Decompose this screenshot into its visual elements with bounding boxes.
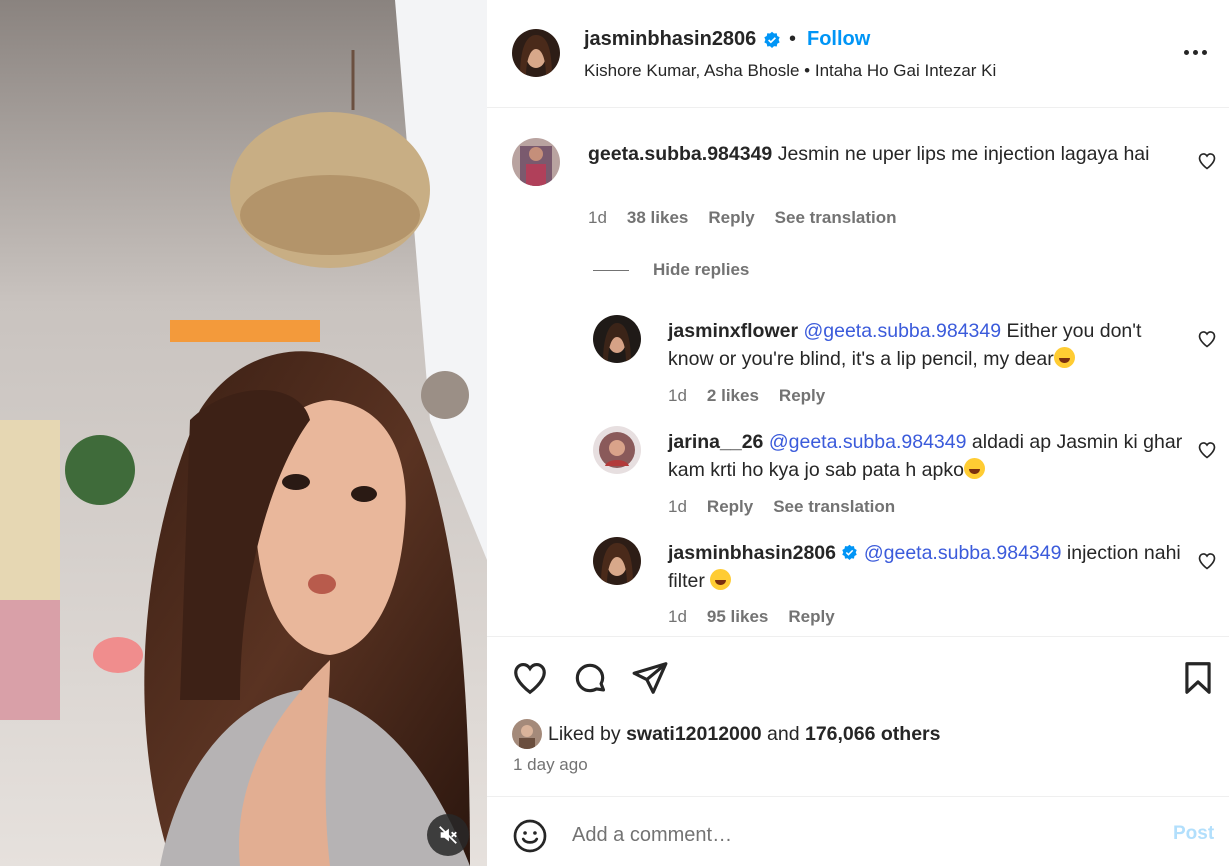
liked-by-user[interactable]: swati12012000 bbox=[626, 723, 762, 746]
post-detail-panel: jasminbhasin2806 • Follow Kishore Kumar,… bbox=[487, 0, 1229, 866]
comment-icon[interactable] bbox=[571, 659, 609, 697]
comment-like-heart-icon[interactable] bbox=[1197, 151, 1217, 171]
audio-info[interactable]: Kishore Kumar, Asha Bhosle • Intaha Ho G… bbox=[584, 61, 996, 81]
reply-meta: 1d 95 likes Reply bbox=[668, 607, 835, 627]
comment-time: 1d bbox=[588, 208, 607, 227]
comment-likes[interactable]: 38 likes bbox=[627, 208, 688, 228]
laughing-face-emoji-icon bbox=[710, 569, 732, 590]
reply-mention[interactable]: @geeta.subba.984349 bbox=[769, 431, 967, 453]
reply-mention[interactable]: @geeta.subba.984349 bbox=[803, 320, 1001, 342]
comment-meta: 1d 38 likes Reply See translation bbox=[588, 208, 897, 228]
reply-avatar[interactable] bbox=[593, 426, 641, 474]
reply-like-heart-icon[interactable] bbox=[1197, 551, 1217, 571]
likes-summary[interactable]: Liked by swati12012000 and 176,066 other… bbox=[512, 719, 941, 749]
post-button[interactable]: Post bbox=[1173, 823, 1214, 845]
post-media-video[interactable] bbox=[0, 0, 487, 866]
reply-like-heart-icon[interactable] bbox=[1197, 440, 1217, 460]
commenter-avatar[interactable] bbox=[512, 138, 560, 186]
reply-meta: 1d 2 likes Reply bbox=[668, 386, 825, 406]
add-comment-bar: Post bbox=[487, 796, 1229, 866]
reply-body-line1: aldadi ap Jasmin ki bbox=[971, 431, 1138, 453]
post-actions: Liked by swati12012000 and 176,066 other… bbox=[487, 636, 1229, 796]
reply-username[interactable]: jasminxflower bbox=[668, 320, 798, 342]
reply-likes[interactable]: 95 likes bbox=[707, 607, 768, 627]
reply-mention[interactable]: @geeta.subba.984349 bbox=[864, 542, 1062, 564]
reply-text: jarina__26 @geeta.subba.984349 aldadi ap… bbox=[668, 428, 1188, 484]
comment-username[interactable]: geeta.subba.984349 bbox=[588, 143, 772, 165]
reply-avatar[interactable] bbox=[593, 537, 641, 585]
reply-text: jasminxflower @geeta.subba.984349 Either… bbox=[668, 317, 1188, 373]
liked-by-and: and bbox=[767, 722, 800, 745]
reply-time: 1d bbox=[668, 607, 687, 626]
follow-button[interactable]: Follow bbox=[807, 28, 870, 51]
see-translation-button[interactable]: See translation bbox=[773, 497, 895, 517]
separator-dot: • bbox=[789, 28, 797, 50]
liked-by-others[interactable]: 176,066 others bbox=[805, 723, 941, 746]
comment-text: geeta.subba.984349 Jesmin ne uper lips m… bbox=[588, 140, 1168, 168]
reply-button[interactable]: Reply bbox=[708, 208, 754, 228]
video-frame bbox=[0, 0, 487, 866]
save-icon[interactable] bbox=[1179, 659, 1217, 697]
hide-replies-line bbox=[593, 269, 629, 271]
kissing-face-emoji-icon bbox=[1053, 347, 1075, 368]
hide-replies-label: Hide replies bbox=[653, 260, 750, 279]
author-username[interactable]: jasminbhasin2806 bbox=[584, 28, 781, 51]
more-options-button[interactable] bbox=[1181, 42, 1209, 62]
share-icon[interactable] bbox=[631, 659, 669, 697]
more-icon bbox=[1183, 49, 1207, 55]
reply-body-line2: know or you're blind, it's a lip pencil,… bbox=[668, 348, 1054, 370]
mute-button[interactable] bbox=[427, 814, 469, 856]
comment-body: Jesmin ne uper lips me injection lagaya … bbox=[777, 143, 1150, 165]
reply-meta: 1d Reply See translation bbox=[668, 497, 895, 517]
see-translation-button[interactable]: See translation bbox=[775, 208, 897, 228]
reply-time: 1d bbox=[668, 386, 687, 405]
author-avatar[interactable] bbox=[512, 29, 560, 77]
reply-like-heart-icon[interactable] bbox=[1197, 329, 1217, 349]
reply-avatar[interactable] bbox=[593, 315, 641, 363]
reply-body-line1: injection bbox=[1066, 542, 1139, 564]
heart-icon[interactable] bbox=[511, 659, 549, 697]
reply-button[interactable]: Reply bbox=[788, 607, 834, 627]
reply-button[interactable]: Reply bbox=[707, 497, 753, 517]
reply-button[interactable]: Reply bbox=[779, 386, 825, 406]
verified-icon bbox=[764, 31, 780, 48]
reply-body-line1: Either you don't bbox=[1006, 320, 1142, 342]
laughing-face-emoji-icon bbox=[963, 458, 985, 479]
reply-likes[interactable]: 2 likes bbox=[707, 386, 759, 406]
reply-time: 1d bbox=[668, 497, 687, 516]
liker-avatar bbox=[512, 719, 542, 749]
hide-replies-button[interactable]: Hide replies bbox=[593, 260, 749, 280]
reply-text: jasminbhasin2806 @geeta.subba.984349 inj… bbox=[668, 539, 1188, 595]
reply-username[interactable]: jarina__26 bbox=[668, 431, 763, 453]
mute-icon bbox=[439, 826, 457, 844]
comment-input[interactable] bbox=[572, 819, 1132, 851]
post-header: jasminbhasin2806 • Follow Kishore Kumar,… bbox=[487, 0, 1229, 108]
smile-icon[interactable] bbox=[512, 818, 548, 854]
comments-list[interactable]: geeta.subba.984349 Jesmin ne uper lips m… bbox=[487, 109, 1229, 635]
reply-username[interactable]: jasminbhasin2806 bbox=[668, 542, 836, 564]
liked-by-prefix: Liked by bbox=[548, 722, 621, 745]
verified-icon bbox=[842, 544, 858, 561]
author-name[interactable]: jasminbhasin2806 bbox=[584, 28, 756, 51]
post-time[interactable]: 1 day ago bbox=[513, 755, 588, 775]
